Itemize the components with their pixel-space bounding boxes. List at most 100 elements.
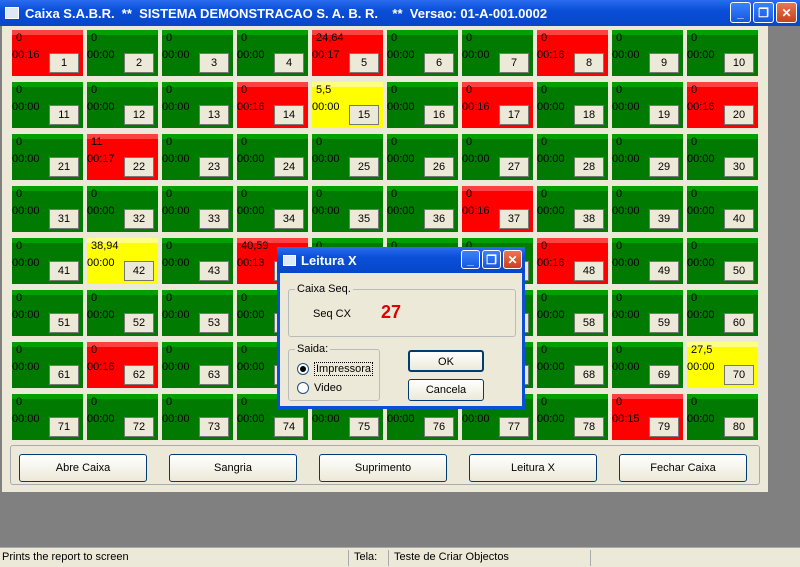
cell-number-button[interactable]: 75 [349, 417, 379, 437]
register-cell-2[interactable]: 0 00:00 2 [87, 30, 158, 76]
register-cell-70[interactable]: 27,5 00:00 70 [687, 342, 758, 388]
cell-number-button[interactable]: 36 [424, 209, 454, 229]
register-cell-1[interactable]: 0 00:16 1 [12, 30, 83, 76]
register-cell-59[interactable]: 0 00:00 59 [612, 290, 683, 336]
register-cell-41[interactable]: 0 00:00 41 [12, 238, 83, 284]
register-cell-43[interactable]: 0 00:00 43 [162, 238, 233, 284]
cell-number-button[interactable]: 24 [274, 157, 304, 177]
cell-number-button[interactable]: 14 [274, 105, 304, 125]
cell-number-button[interactable]: 31 [49, 209, 79, 229]
register-cell-39[interactable]: 0 00:00 39 [612, 186, 683, 232]
register-cell-29[interactable]: 0 00:00 29 [612, 134, 683, 180]
cell-number-button[interactable]: 43 [199, 261, 229, 281]
cell-number-button[interactable]: 19 [649, 105, 679, 125]
cell-number-button[interactable]: 32 [124, 209, 154, 229]
register-cell-20[interactable]: 0 00:16 20 [687, 82, 758, 128]
register-cell-21[interactable]: 0 00:00 21 [12, 134, 83, 180]
maximize-button[interactable]: ❐ [753, 2, 774, 23]
cell-number-button[interactable]: 6 [424, 53, 454, 73]
cell-number-button[interactable]: 20 [724, 105, 754, 125]
cell-number-button[interactable]: 33 [199, 209, 229, 229]
cell-number-button[interactable]: 49 [649, 261, 679, 281]
cell-number-button[interactable]: 25 [349, 157, 379, 177]
dialog-minimize-button[interactable]: _ [461, 250, 480, 269]
cell-number-button[interactable]: 61 [49, 365, 79, 385]
cell-number-button[interactable]: 22 [124, 157, 154, 177]
cell-number-button[interactable]: 11 [49, 105, 79, 125]
cell-number-button[interactable]: 80 [724, 417, 754, 437]
cell-number-button[interactable]: 42 [124, 261, 154, 281]
register-cell-19[interactable]: 0 00:00 19 [612, 82, 683, 128]
dialog-close-button[interactable]: ✕ [503, 250, 522, 269]
cell-number-button[interactable]: 37 [499, 209, 529, 229]
cell-number-button[interactable]: 2 [124, 53, 154, 73]
register-cell-15[interactable]: 5,5 00:00 15 [312, 82, 383, 128]
cell-number-button[interactable]: 18 [574, 105, 604, 125]
register-cell-62[interactable]: 0 00:16 62 [87, 342, 158, 388]
cell-number-button[interactable]: 38 [574, 209, 604, 229]
fechar-caixa-button[interactable]: Fechar Caixa [619, 454, 747, 482]
cell-number-button[interactable]: 53 [199, 313, 229, 333]
cell-number-button[interactable]: 34 [274, 209, 304, 229]
register-cell-38[interactable]: 0 00:00 38 [537, 186, 608, 232]
register-cell-63[interactable]: 0 00:00 63 [162, 342, 233, 388]
cell-number-button[interactable]: 10 [724, 53, 754, 73]
register-cell-32[interactable]: 0 00:00 32 [87, 186, 158, 232]
cell-number-button[interactable]: 72 [124, 417, 154, 437]
register-cell-33[interactable]: 0 00:00 33 [162, 186, 233, 232]
cell-number-button[interactable]: 48 [574, 261, 604, 281]
cell-number-button[interactable]: 8 [574, 53, 604, 73]
cell-number-button[interactable]: 21 [49, 157, 79, 177]
cell-number-button[interactable]: 13 [199, 105, 229, 125]
cell-number-button[interactable]: 50 [724, 261, 754, 281]
minimize-button[interactable]: _ [730, 2, 751, 23]
cell-number-button[interactable]: 27 [499, 157, 529, 177]
cell-number-button[interactable]: 17 [499, 105, 529, 125]
register-cell-49[interactable]: 0 00:00 49 [612, 238, 683, 284]
register-cell-27[interactable]: 0 00:00 27 [462, 134, 533, 180]
cell-number-button[interactable]: 63 [199, 365, 229, 385]
leitura-x-button[interactable]: Leitura X [469, 454, 597, 482]
cell-number-button[interactable]: 69 [649, 365, 679, 385]
register-cell-10[interactable]: 0 00:00 10 [687, 30, 758, 76]
register-cell-5[interactable]: 24,64 00:17 5 [312, 30, 383, 76]
register-cell-73[interactable]: 0 00:00 73 [162, 394, 233, 440]
register-cell-18[interactable]: 0 00:00 18 [537, 82, 608, 128]
cancela-button[interactable]: Cancela [408, 379, 484, 401]
cell-number-button[interactable]: 73 [199, 417, 229, 437]
cell-number-button[interactable]: 51 [49, 313, 79, 333]
register-cell-22[interactable]: 11 00:17 22 [87, 134, 158, 180]
cell-number-button[interactable]: 7 [499, 53, 529, 73]
cell-number-button[interactable]: 62 [124, 365, 154, 385]
register-cell-7[interactable]: 0 00:00 7 [462, 30, 533, 76]
register-cell-68[interactable]: 0 00:00 68 [537, 342, 608, 388]
cell-number-button[interactable]: 59 [649, 313, 679, 333]
cell-number-button[interactable]: 1 [49, 53, 79, 73]
register-cell-34[interactable]: 0 00:00 34 [237, 186, 308, 232]
register-cell-50[interactable]: 0 00:00 50 [687, 238, 758, 284]
cell-number-button[interactable]: 12 [124, 105, 154, 125]
impressora-radio[interactable]: Impressora [297, 362, 374, 376]
cell-number-button[interactable]: 15 [349, 105, 379, 125]
register-cell-31[interactable]: 0 00:00 31 [12, 186, 83, 232]
register-cell-25[interactable]: 0 00:00 25 [312, 134, 383, 180]
register-cell-14[interactable]: 0 00:16 14 [237, 82, 308, 128]
register-cell-42[interactable]: 38,94 00:00 42 [87, 238, 158, 284]
cell-number-button[interactable]: 4 [274, 53, 304, 73]
register-cell-80[interactable]: 0 00:00 80 [687, 394, 758, 440]
register-cell-26[interactable]: 0 00:00 26 [387, 134, 458, 180]
video-radio[interactable]: Video [297, 382, 342, 394]
cell-number-button[interactable]: 77 [499, 417, 529, 437]
register-cell-23[interactable]: 0 00:00 23 [162, 134, 233, 180]
register-cell-12[interactable]: 0 00:00 12 [87, 82, 158, 128]
register-cell-17[interactable]: 0 00:16 17 [462, 82, 533, 128]
cell-number-button[interactable]: 9 [649, 53, 679, 73]
close-button[interactable]: ✕ [776, 2, 797, 23]
register-cell-8[interactable]: 0 00:16 8 [537, 30, 608, 76]
register-cell-9[interactable]: 0 00:00 9 [612, 30, 683, 76]
register-cell-37[interactable]: 0 00:16 37 [462, 186, 533, 232]
register-cell-52[interactable]: 0 00:00 52 [87, 290, 158, 336]
register-cell-58[interactable]: 0 00:00 58 [537, 290, 608, 336]
register-cell-3[interactable]: 0 00:00 3 [162, 30, 233, 76]
cell-number-button[interactable]: 5 [349, 53, 379, 73]
